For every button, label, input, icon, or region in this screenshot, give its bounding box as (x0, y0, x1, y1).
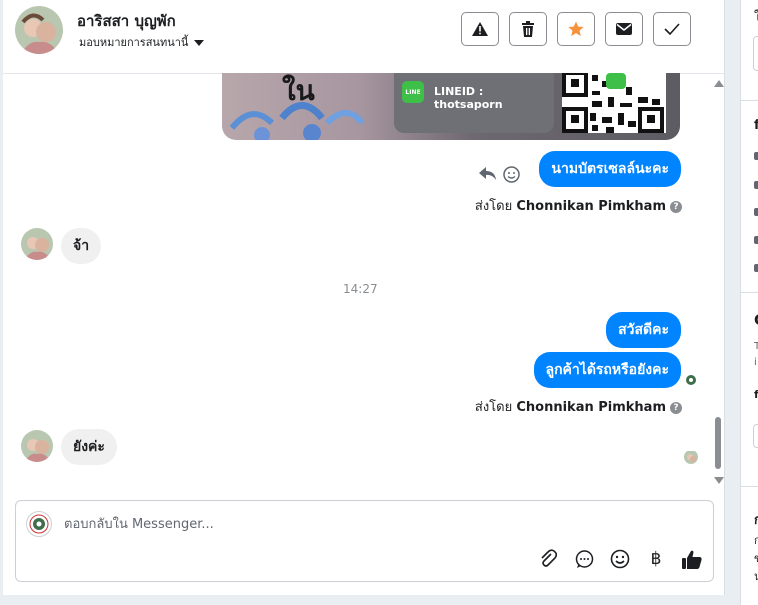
page-avatar (26, 511, 52, 537)
emoji-button[interactable] (608, 547, 632, 571)
panel-icon-fragment (754, 236, 758, 244)
outgoing-message[interactable]: ลูกค้าได้รถหรือยังคะ (533, 352, 681, 388)
outgoing-message[interactable]: สวัสดีคะ (606, 312, 681, 348)
panel-text-fragment: T (754, 341, 758, 352)
emoji-react-icon[interactable] (503, 166, 520, 183)
sent-by-label: ส่งโดย Chonnikan Pimkham? (475, 396, 682, 417)
assign-label: มอบหมายการสนทนานี้ (79, 36, 189, 49)
spam-button[interactable] (461, 12, 499, 46)
customer-info-panel: ใ f C T i f ก ก ข น (740, 0, 758, 605)
incoming-message[interactable]: จ้า (61, 228, 102, 264)
panel-divider (741, 292, 758, 293)
mark-done-button[interactable] (653, 12, 691, 46)
conversation-panel: อาริสสา บุญพัก มอบหมายการสนทนานี้ ใน LIN… (3, 0, 725, 595)
chat-bubble-icon (575, 549, 593, 568)
panel-divider (741, 486, 758, 487)
delete-button[interactable] (509, 12, 547, 46)
panel-heading-fragment: f (754, 118, 758, 133)
leaf-decoration-image (229, 102, 365, 140)
panel-icon-fragment (754, 152, 758, 160)
sent-by-prefix: ส่งโดย (474, 400, 513, 415)
contact-name[interactable]: อาริสสา บุญพัก (77, 9, 176, 33)
caret-down-icon (194, 40, 205, 46)
panel-text-fragment: ใ (754, 6, 758, 27)
like-button[interactable] (680, 547, 704, 571)
star-icon (568, 21, 584, 36)
panel-text-fragment: ก (754, 531, 758, 549)
envelope-icon (616, 23, 632, 35)
mark-unread-button[interactable] (605, 12, 643, 46)
star-button[interactable] (557, 12, 595, 46)
panel-divider (741, 100, 758, 101)
baht-icon: ฿ (650, 549, 662, 569)
message-scrollbar[interactable] (713, 78, 724, 486)
trash-icon (522, 21, 534, 37)
panel-text-fragment: f (754, 388, 758, 401)
contact-avatar[interactable] (15, 6, 63, 54)
panel-heading-fragment: ก (754, 509, 758, 530)
panel-icon-fragment (754, 181, 758, 189)
incoming-message[interactable]: ยังค่ะ (61, 429, 117, 465)
contact-avatar-small[interactable] (21, 430, 53, 462)
seen-avatar (684, 450, 698, 464)
reply-input[interactable] (64, 513, 664, 535)
panel-input-fragment[interactable] (753, 36, 758, 71)
image-message[interactable]: ใน LINE LINEID : thotsaporn (222, 73, 680, 140)
conversation-header: อาริสสา บุญพัก มอบหมายการสนทนานี้ (3, 0, 724, 74)
line-id-text: LINEID : thotsaporn (434, 85, 503, 111)
panel-input-fragment[interactable] (753, 424, 758, 448)
sent-by-label: ส่งโดย Chonnikan Pimkham? (475, 195, 682, 216)
help-icon[interactable]: ? (670, 200, 682, 213)
outgoing-message[interactable]: นามบัตรเซลล์นะคะ (539, 151, 681, 187)
warning-icon (472, 22, 488, 36)
scroll-down-arrow-icon[interactable] (714, 477, 724, 484)
checkmark-icon (664, 23, 680, 35)
contact-avatar-small[interactable] (21, 228, 53, 260)
qr-code-image (562, 73, 666, 133)
panel-text-fragment: i (754, 357, 757, 368)
thumbs-up-icon (682, 550, 702, 569)
assign-conversation-dropdown[interactable]: มอบหมายการสนทนานี้ (79, 33, 205, 51)
sender-name[interactable]: Chonnikan Pimkham (516, 199, 666, 214)
sent-by-prefix: ส่งโดย (474, 199, 513, 214)
line-app-icon: LINE (402, 81, 424, 103)
reply-composer: ฿ (15, 500, 714, 582)
scrollbar-thumb[interactable] (715, 417, 721, 469)
panel-heading-fragment: C (754, 311, 758, 329)
sender-name[interactable]: Chonnikan Pimkham (516, 400, 666, 415)
scroll-up-arrow-icon[interactable] (714, 80, 724, 87)
attach-button[interactable] (536, 547, 560, 571)
panel-icon-fragment (754, 264, 758, 272)
panel-icon-fragment (754, 208, 758, 216)
reply-icon[interactable] (479, 167, 497, 181)
payment-button[interactable]: ฿ (644, 547, 668, 571)
smiley-icon (610, 549, 630, 569)
paperclip-icon (541, 549, 557, 567)
help-icon[interactable]: ? (670, 401, 682, 414)
panel-text-fragment: ข (754, 549, 758, 567)
panel-text-fragment: น (754, 567, 758, 585)
saved-reply-button[interactable] (572, 547, 596, 571)
seen-avatar (684, 372, 698, 386)
message-timestamp: 14:27 (343, 282, 378, 296)
line-id-panel: LINE LINEID : thotsaporn (394, 73, 554, 133)
